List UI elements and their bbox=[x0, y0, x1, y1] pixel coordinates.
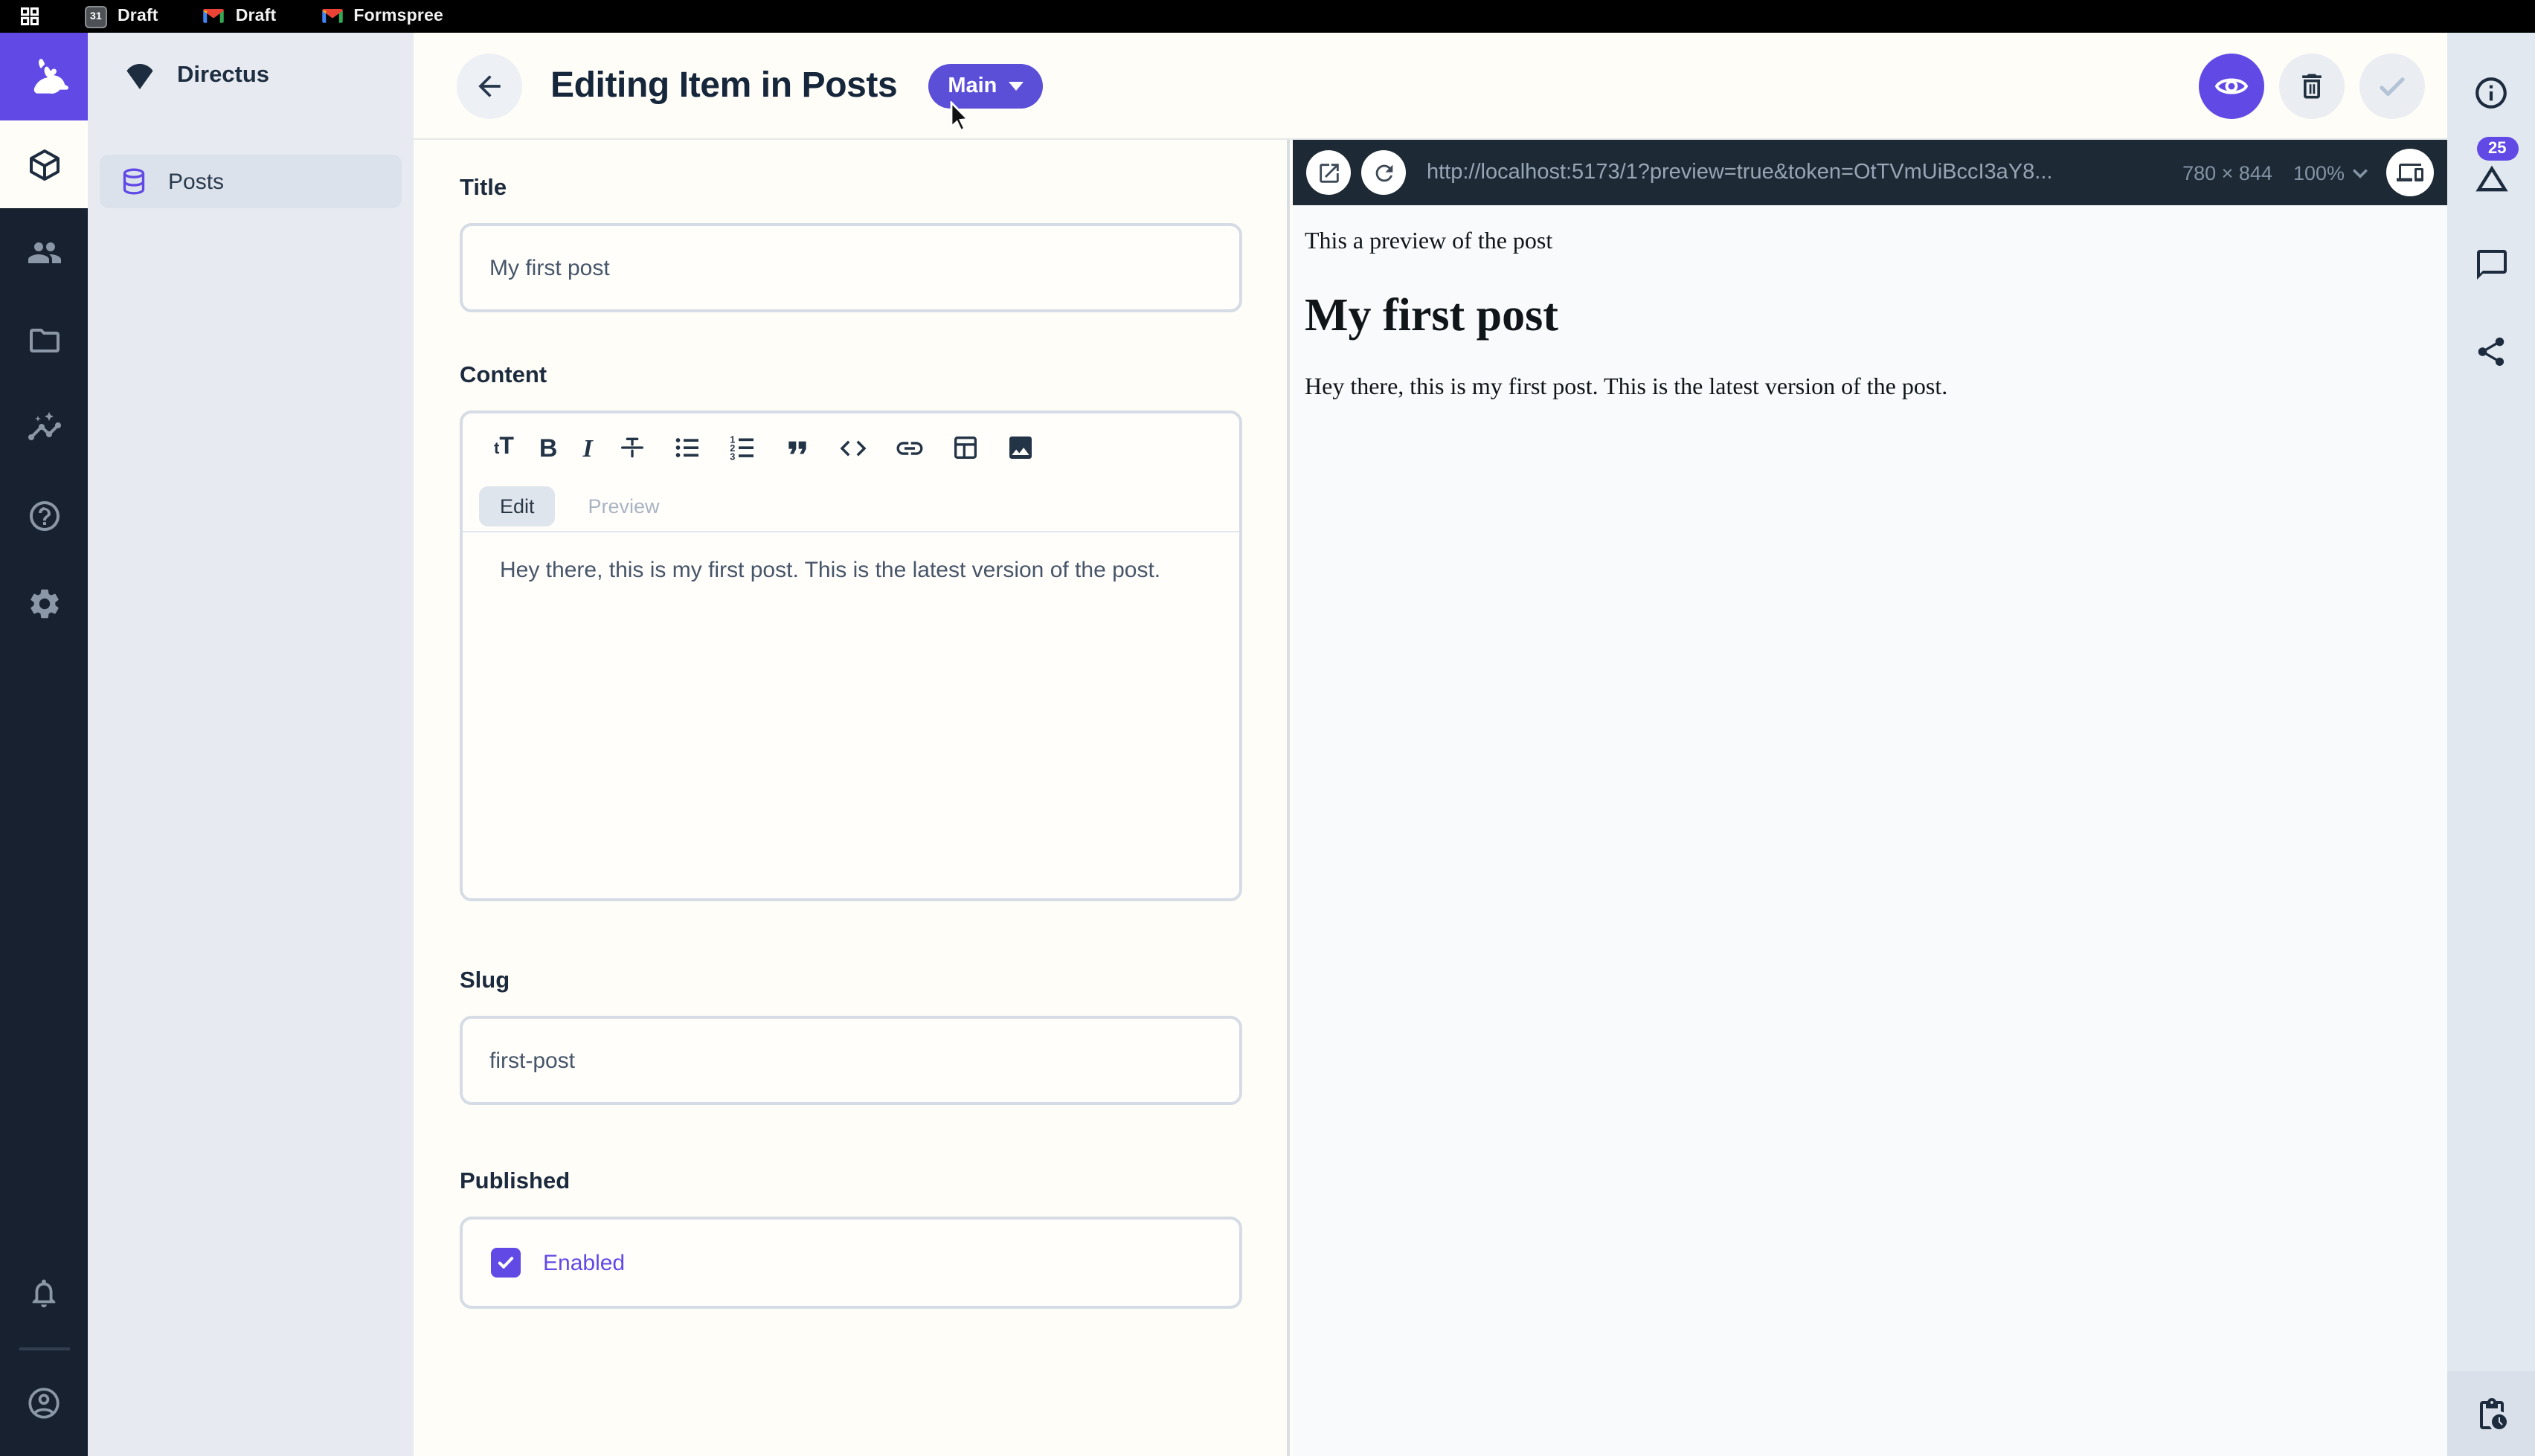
preview-heading: My first post bbox=[1305, 289, 2435, 342]
numbered-list-icon[interactable]: 1 2 3 bbox=[728, 433, 758, 463]
share-icon[interactable] bbox=[2458, 318, 2524, 384]
right-sidebar: 25 bbox=[2447, 33, 2535, 1456]
live-preview-panel: http://localhost:5173/1?preview=true&tok… bbox=[1293, 140, 2447, 1456]
module-content[interactable] bbox=[0, 120, 88, 208]
notifications-bell-icon[interactable] bbox=[0, 1249, 88, 1337]
project-name: Directus bbox=[177, 62, 269, 89]
module-files[interactable] bbox=[0, 296, 88, 384]
project-switcher[interactable]: Directus bbox=[88, 33, 414, 119]
preview-dimensions: 780 × 844 bbox=[2182, 161, 2272, 184]
browser-tab-draft-1[interactable]: 31 Draft bbox=[85, 5, 158, 28]
app-header: Editing Item in Posts Main bbox=[414, 33, 2447, 140]
preview-page: This a preview of the post My first post… bbox=[1293, 205, 2447, 413]
info-icon[interactable] bbox=[2458, 59, 2524, 125]
browser-tab-formspree[interactable]: Formspree bbox=[321, 7, 443, 25]
image-icon[interactable] bbox=[1006, 433, 1036, 463]
module-settings[interactable] bbox=[0, 559, 88, 647]
responsive-mode-icon[interactable] bbox=[2386, 149, 2434, 196]
browser-tab-label: Formspree bbox=[353, 7, 443, 25]
gmail-icon bbox=[203, 7, 225, 25]
tab-preview[interactable]: Preview bbox=[568, 486, 681, 526]
module-docs[interactable] bbox=[0, 471, 88, 559]
open-in-new-icon[interactable] bbox=[1306, 150, 1351, 195]
sidebar-item-posts[interactable]: Posts bbox=[100, 155, 402, 208]
preview-toolbar: http://localhost:5173/1?preview=true&tok… bbox=[1293, 140, 2447, 205]
zoom-value: 100% bbox=[2293, 161, 2345, 184]
directus-app: 31 Draft Draft bbox=[0, 0, 2535, 1456]
browser-tab-bar: 31 Draft Draft bbox=[0, 0, 2535, 33]
content-textarea[interactable]: Hey there, this is my first post. This i… bbox=[463, 532, 1202, 610]
refresh-icon[interactable] bbox=[1361, 150, 1406, 195]
browser-tab-label: Draft bbox=[236, 7, 277, 25]
editor-toolbar: tT B I bbox=[463, 413, 1239, 482]
project-icon bbox=[122, 58, 158, 94]
module-bar bbox=[0, 33, 88, 1456]
slug-field-label: Slug bbox=[460, 968, 1242, 998]
user-avatar[interactable] bbox=[0, 1359, 88, 1447]
pending-tasks-icon[interactable] bbox=[2473, 1396, 2509, 1431]
italic-icon[interactable]: I bbox=[582, 435, 592, 460]
table-icon[interactable] bbox=[951, 433, 981, 463]
revisions-count-badge: 25 bbox=[2476, 137, 2519, 161]
tab-edit[interactable]: Edit bbox=[479, 486, 556, 526]
published-field-label: Published bbox=[460, 1169, 1242, 1199]
preview-toggle-button[interactable] bbox=[2199, 53, 2264, 118]
flows-panel-section bbox=[2447, 1371, 2535, 1456]
back-button[interactable] bbox=[457, 53, 522, 118]
module-users[interactable] bbox=[0, 208, 88, 296]
directus-logo[interactable] bbox=[0, 33, 88, 120]
chevron-down-icon bbox=[1009, 81, 1024, 90]
version-menu-button[interactable]: Main bbox=[928, 63, 1043, 108]
nav-item-label: Posts bbox=[168, 169, 224, 194]
database-icon bbox=[119, 167, 149, 196]
slug-input[interactable] bbox=[460, 1016, 1242, 1105]
preview-zoom-select[interactable]: 100% bbox=[2293, 161, 2368, 184]
published-checkbox[interactable] bbox=[491, 1248, 521, 1278]
browser-tab-draft-2[interactable]: Draft bbox=[203, 7, 277, 25]
gmail-icon bbox=[321, 7, 343, 25]
version-label: Main bbox=[948, 74, 997, 97]
browser-tab-label: Draft bbox=[118, 7, 158, 25]
bulleted-list-icon[interactable] bbox=[673, 433, 703, 463]
code-icon[interactable] bbox=[838, 432, 870, 463]
content-field-label: Content bbox=[460, 363, 1242, 393]
title-input[interactable] bbox=[460, 223, 1242, 312]
published-checkbox-label[interactable]: Enabled bbox=[543, 1250, 625, 1275]
module-insights[interactable] bbox=[0, 384, 88, 471]
published-field: Enabled bbox=[460, 1217, 1242, 1309]
markdown-editor: tT B I bbox=[460, 410, 1242, 901]
bold-icon[interactable]: B bbox=[539, 435, 558, 460]
editor-tabs: Edit Preview bbox=[463, 482, 1239, 532]
delete-button[interactable] bbox=[2279, 53, 2345, 118]
svg-text:3: 3 bbox=[730, 452, 736, 463]
title-field-label: Title bbox=[460, 175, 1242, 205]
link-icon[interactable] bbox=[895, 432, 926, 463]
divider bbox=[19, 1347, 69, 1350]
blockquote-icon[interactable] bbox=[783, 433, 813, 463]
tab-grid-icon[interactable] bbox=[19, 6, 40, 27]
page-title: Editing Item in Posts bbox=[550, 65, 897, 106]
preview-url[interactable]: http://localhost:5173/1?preview=true&tok… bbox=[1427, 161, 2165, 184]
strikethrough-icon[interactable] bbox=[618, 433, 648, 463]
nav-sidebar: Directus Posts bbox=[88, 33, 414, 1456]
calendar-tab-icon: 31 bbox=[85, 5, 107, 28]
mouse-cursor bbox=[949, 100, 974, 133]
comments-icon[interactable] bbox=[2458, 232, 2524, 297]
preview-body-text: Hey there, this is my first post. This i… bbox=[1305, 375, 2435, 402]
preview-intro-text: This a preview of the post bbox=[1305, 229, 2435, 256]
heading-icon[interactable]: tT bbox=[494, 436, 514, 460]
revisions-icon[interactable]: 25 bbox=[2458, 146, 2524, 211]
save-button[interactable] bbox=[2359, 53, 2425, 118]
chevron-down-icon bbox=[2352, 167, 2368, 178]
item-edit-form: Title Content tT B I bbox=[414, 140, 1290, 1456]
